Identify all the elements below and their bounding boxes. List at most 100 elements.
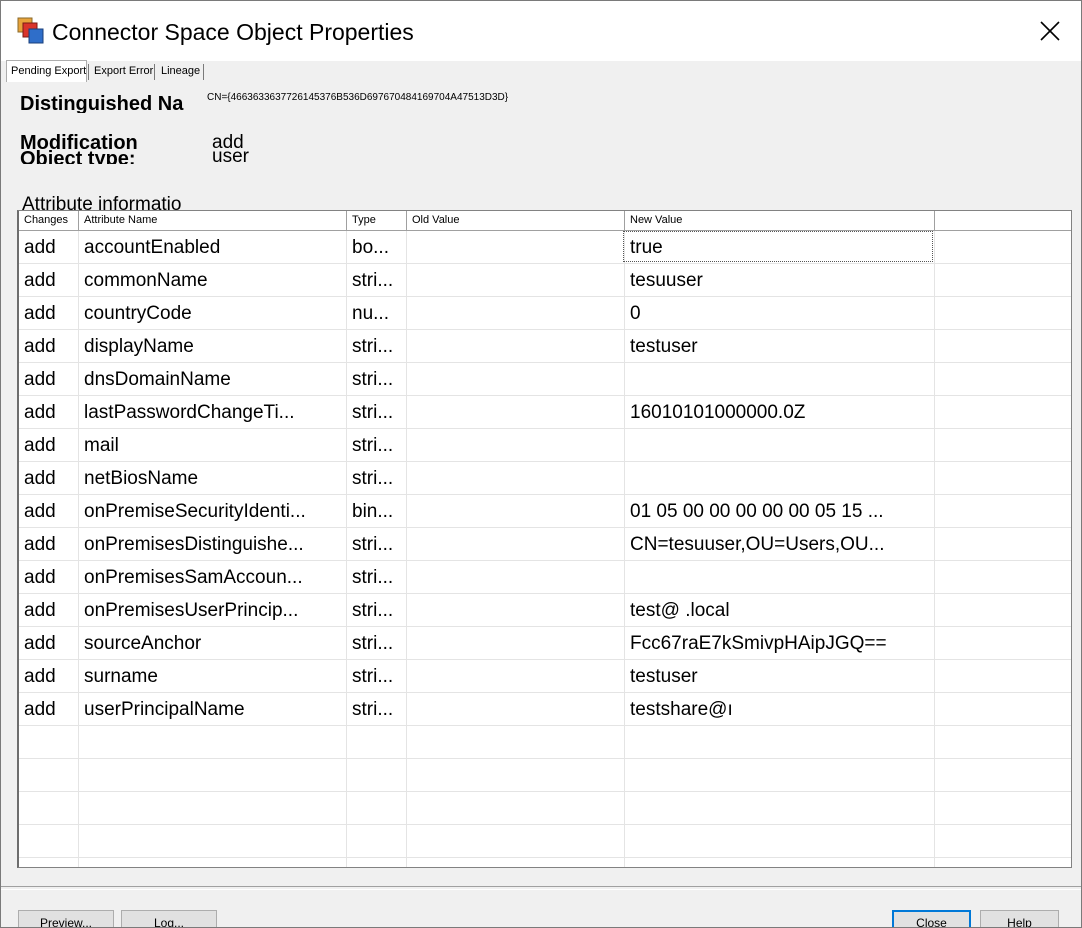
column-header-old-value[interactable]: Old Value	[407, 211, 625, 230]
table-row[interactable]: add lastPasswordChangeTi... stri... 1601010…	[19, 396, 1071, 429]
row-gridline	[19, 494, 1071, 495]
row-gridline	[19, 527, 1071, 528]
cell-new-value: CN=tesuuser,OU=Users,OU...	[630, 534, 885, 555]
column-header-type[interactable]: Type	[347, 211, 407, 230]
cell-new-value: true	[630, 237, 663, 258]
cell-attribute-name: commonName	[84, 270, 208, 291]
row-gridline	[19, 560, 1071, 561]
cell-type: stri...	[352, 369, 394, 390]
dn-label: Distinguished Na	[20, 93, 184, 113]
footer-divider	[1, 886, 1081, 890]
close-window-button[interactable]	[1025, 11, 1075, 51]
properties-dialog: Connector Space Object Properties Pendin…	[0, 0, 1082, 928]
log-button[interactable]: Log...	[121, 910, 217, 927]
cell-old-value	[407, 363, 625, 396]
cell-type: stri...	[352, 435, 394, 456]
window-title: Connector Space Object Properties	[52, 19, 414, 45]
object-type-label: Object type:	[20, 150, 136, 164]
cell-attribute-name: userPrincipalName	[84, 699, 245, 720]
table-row[interactable]: add sourceAnchor stri... Fcc67raE7kSmivpHAi…	[19, 627, 1071, 660]
cell-new-value	[625, 561, 935, 594]
close-button[interactable]: Close	[892, 910, 971, 927]
cell-attribute-name: onPremiseSecurityIdenti...	[84, 501, 306, 522]
table-row[interactable]: add netBiosName stri...	[19, 462, 1071, 495]
cell-attribute-name: onPremisesDistinguishe...	[84, 534, 304, 555]
cell-attribute-name: sourceAnchor	[84, 633, 202, 654]
cell-change: add	[24, 270, 56, 291]
cell-old-value	[407, 693, 625, 726]
column-header-new-value[interactable]: New Value	[625, 211, 935, 230]
row-gridline	[19, 758, 1071, 759]
cell-change: add	[24, 237, 56, 258]
cell-old-value	[407, 396, 625, 429]
cell-old-value	[407, 429, 625, 462]
row-gridline	[19, 626, 1071, 627]
cell-type: nu...	[352, 303, 389, 324]
cell-old-value	[407, 594, 625, 627]
row-gridline	[19, 593, 1071, 594]
modification-label-clip: Modification	[20, 129, 200, 149]
cell-attribute-name: countryCode	[84, 303, 192, 324]
cell-old-value	[407, 462, 625, 495]
table-row[interactable]: add onPremisesDistinguishe... stri... CN=te…	[19, 528, 1071, 561]
row-gridline	[19, 329, 1071, 330]
cell-new-value: tesuuser	[630, 270, 703, 291]
table-row[interactable]: add mail stri...	[19, 429, 1071, 462]
cell-new-value: 16010101000000.0Z	[630, 402, 806, 423]
dn-label-clip: Distinguished Na	[20, 91, 200, 113]
cell-change: add	[24, 369, 56, 390]
help-button[interactable]: Help	[980, 910, 1059, 927]
cell-type: stri...	[352, 336, 394, 357]
table-row[interactable]: add onPremiseSecurityIdenti... bin... 01 05…	[19, 495, 1071, 528]
tab-separator	[154, 64, 155, 80]
object-type-value-clip: user	[212, 150, 312, 164]
cell-attribute-name: displayName	[84, 336, 194, 357]
cell-attribute-name: onPremisesSamAccoun...	[84, 567, 303, 588]
tab-separator	[88, 64, 89, 80]
cell-change: add	[24, 699, 56, 720]
cell-change: add	[24, 468, 56, 489]
row-gridline	[19, 692, 1071, 693]
cell-change: add	[24, 567, 56, 588]
row-gridline	[19, 791, 1071, 792]
tab-pending-export[interactable]: Pending Export	[6, 60, 87, 82]
preview-button[interactable]: Preview...	[18, 910, 114, 927]
cell-new-value: Fcc67raE7kSmivpHAipJGQ==	[630, 633, 887, 654]
row-gridline	[19, 824, 1071, 825]
cell-new-value: 0	[630, 303, 641, 324]
table-row[interactable]: add surname stri... testuser	[19, 660, 1071, 693]
attribute-grid[interactable]: Changes Attribute Name Type Old Value Ne…	[17, 210, 1072, 868]
cell-new-value: 01 05 00 00 00 00 00 05 15 ...	[630, 501, 884, 522]
cell-type: bin...	[352, 501, 394, 522]
cell-type: stri...	[352, 468, 394, 489]
table-row[interactable]: add accountEnabled bo... true	[19, 231, 1071, 264]
cell-new-value: test@ .local	[630, 600, 730, 621]
cell-old-value	[407, 297, 625, 330]
cell-attribute-name: onPremisesUserPrincip...	[84, 600, 299, 621]
table-row[interactable]: add countryCode nu... 0	[19, 297, 1071, 330]
cell-change: add	[24, 666, 56, 687]
cell-change: add	[24, 336, 56, 357]
column-header-attribute-name[interactable]: Attribute Name	[79, 211, 347, 230]
cell-new-value: testuser	[630, 666, 698, 687]
row-gridline	[19, 725, 1071, 726]
close-icon	[1040, 21, 1060, 41]
table-row[interactable]: add onPremisesSamAccoun... stri...	[19, 561, 1071, 594]
tab-export-error[interactable]: Export Error	[90, 61, 157, 81]
cell-type: stri...	[352, 666, 394, 687]
cell-change: add	[24, 303, 56, 324]
table-row[interactable]: add dnsDomainName stri...	[19, 363, 1071, 396]
table-row[interactable]: add displayName stri... testuser	[19, 330, 1071, 363]
table-row[interactable]: add onPremisesUserPrincip... stri... test@ …	[19, 594, 1071, 627]
table-row[interactable]: add commonName stri... tesuuser	[19, 264, 1071, 297]
cell-old-value	[407, 627, 625, 660]
object-type-value: user	[212, 150, 249, 164]
cell-type: bo...	[352, 237, 389, 258]
cell-attribute-name: accountEnabled	[84, 237, 221, 258]
cell-change: add	[24, 435, 56, 456]
cell-old-value	[407, 231, 625, 264]
table-row[interactable]: add userPrincipalName stri... testshare@ı	[19, 693, 1071, 726]
tab-lineage[interactable]: Lineage	[157, 61, 204, 81]
column-header-changes[interactable]: Changes	[19, 211, 79, 230]
cell-old-value	[407, 495, 625, 528]
